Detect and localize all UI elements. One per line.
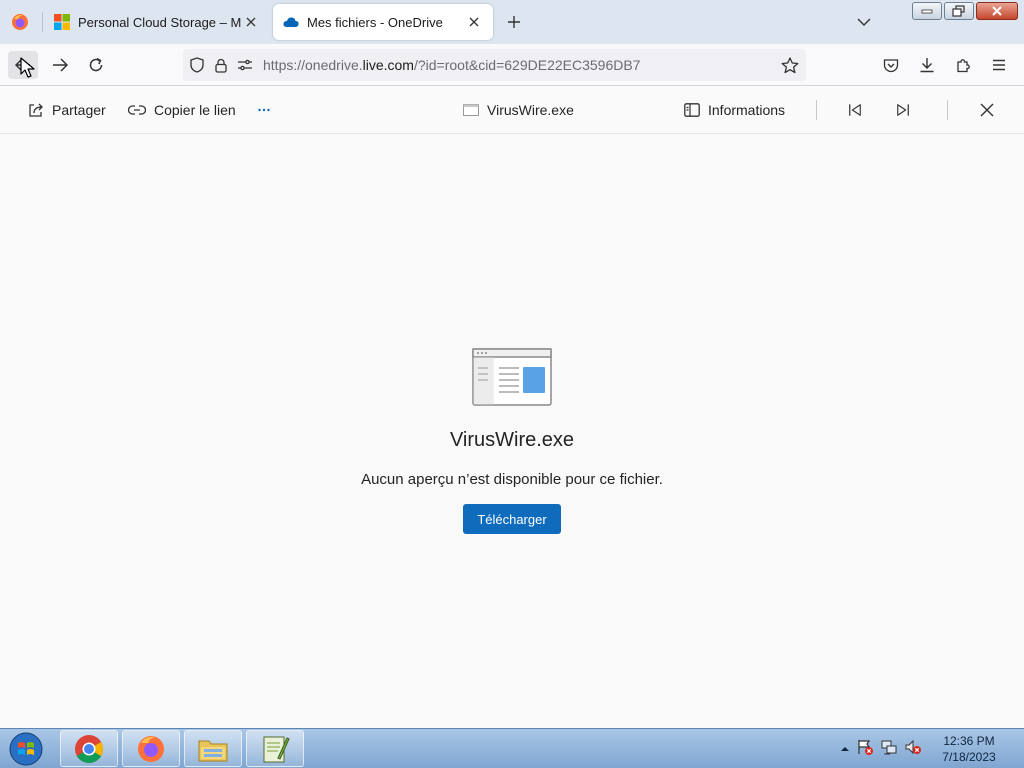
toolbar-divider [947,100,948,120]
close-tab-icon[interactable] [465,13,483,31]
file-title-text: VirusWire.exe [487,102,574,118]
browser-tab-strip: Personal Cloud Storage – Micro Mes fichi… [0,0,1024,44]
clock-date: 7/18/2023 [942,750,996,764]
onedrive-command-bar: Partager Copier le lien VirusWire.exe In… [0,86,1024,134]
chrome-icon [75,734,103,763]
tab-title: Mes fichiers - OneDrive [307,14,443,30]
copy-link-label: Copier le lien [154,102,236,118]
mouse-cursor-icon [20,57,35,78]
taskbar-chrome[interactable] [60,730,118,767]
more-options-button[interactable] [258,98,278,122]
list-all-tabs-chevron-icon[interactable] [852,12,876,32]
windows-taskbar: 12:36 PM 7/18/2023 [0,728,1024,768]
pocket-icon[interactable] [880,55,902,75]
link-icon [128,105,146,115]
window-controls [912,2,1018,20]
tab-mes-fichiers-onedrive[interactable]: Mes fichiers - OneDrive [273,4,493,40]
no-preview-message: Aucun aperçu n’est disponible pour ce fi… [361,471,663,488]
file-preview-area: VirusWire.exe Aucun aperçu n’est disponi… [0,134,1024,728]
file-explorer-icon [198,740,228,761]
firefox-view-icon[interactable] [8,10,32,34]
extensions-puzzle-icon[interactable] [953,55,975,75]
site-permissions-icon[interactable] [235,55,255,75]
share-label: Partager [52,102,106,118]
start-button[interactable] [4,731,48,767]
current-file-title: VirusWire.exe [463,98,574,122]
restore-window-icon[interactable] [944,2,974,20]
preview-file-name: VirusWire.exe [449,429,575,451]
forward-arrow-icon [53,58,68,72]
share-button[interactable]: Partager [28,98,106,122]
lock-icon[interactable] [211,55,231,75]
network-icon[interactable] [880,738,898,761]
share-icon [29,103,43,117]
taskbar-file-explorer[interactable] [184,730,242,767]
notepadpp-icon [263,736,290,762]
generic-file-preview-icon [472,348,552,406]
bookmark-star-icon[interactable] [780,55,800,75]
previous-file-button[interactable] [848,98,870,122]
reload-button[interactable] [81,51,111,79]
next-file-button[interactable] [896,98,918,122]
forward-button[interactable] [45,51,75,79]
next-icon [897,104,909,116]
windows-start-orb-icon [9,732,43,766]
firefox-icon [138,735,164,762]
action-center-flag-icon[interactable] [856,738,874,761]
clock-time: 12:36 PM [943,734,995,748]
toolbar-divider [816,100,817,120]
exe-file-icon [463,104,479,116]
information-label: Informations [708,102,786,118]
close-window-icon[interactable] [976,2,1018,20]
reload-icon [89,57,103,72]
minimize-window-icon[interactable] [912,2,942,20]
new-tab-plus-icon[interactable] [502,10,526,34]
information-button[interactable]: Informations [684,98,785,122]
download-button[interactable]: Télécharger [463,504,561,534]
taskbar-firefox[interactable] [122,730,180,767]
close-preview-button[interactable] [980,98,1002,122]
tab-title: Personal Cloud Storage – Micro [78,14,242,30]
taskbar-notepad-plus-plus[interactable] [246,730,304,767]
system-tray [840,733,922,765]
volume-muted-icon[interactable] [904,738,922,761]
taskbar-clock[interactable]: 12:36 PM 7/18/2023 [934,733,1004,765]
url-text: https://onedrive.live.com/?id=root&cid=6… [263,57,641,73]
tab-personal-cloud-storage[interactable]: Personal Cloud Storage – Micro [44,4,270,40]
onedrive-cloud-icon [283,14,299,30]
downloads-icon[interactable] [916,55,938,75]
info-pane-icon [684,103,700,117]
address-bar[interactable]: https://onedrive.live.com/?id=root&cid=6… [183,49,806,81]
show-hidden-icons-arrow-icon[interactable] [840,740,850,758]
microsoft-logo-icon [54,14,70,30]
previous-icon [849,104,861,116]
tab-separator [42,12,43,32]
close-tab-icon[interactable] [242,13,260,31]
browser-nav-bar: https://onedrive.live.com/?id=root&cid=6… [0,44,1024,86]
copy-link-button[interactable]: Copier le lien [128,98,236,122]
ellipsis-icon [258,108,270,112]
tracking-protection-shield-icon[interactable] [187,55,207,75]
close-icon [980,103,994,117]
hamburger-menu-icon[interactable] [988,55,1010,75]
